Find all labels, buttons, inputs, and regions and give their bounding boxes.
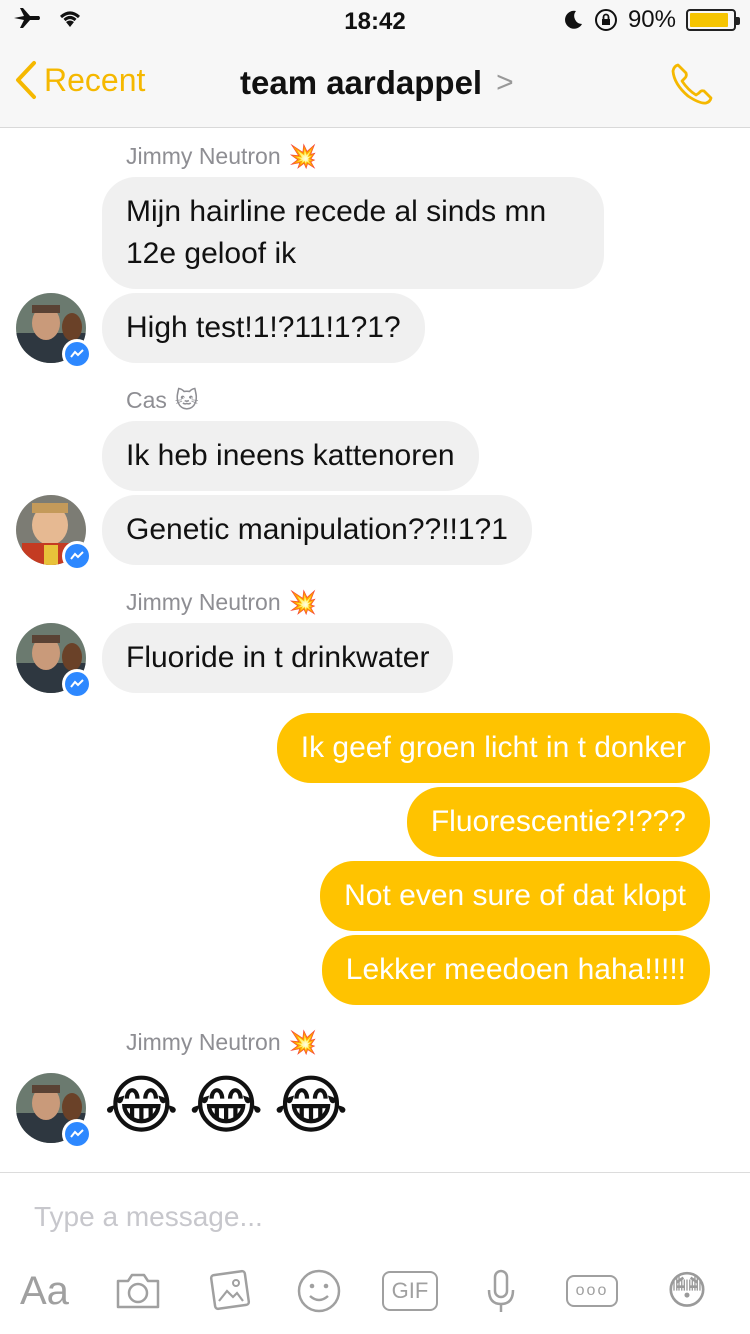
outgoing-message-bubble[interactable]: Lekker meedoen haha!!!!! [321, 935, 710, 1005]
sender-emoji: 💥 [288, 589, 318, 615]
sender-name: Jimmy Neutron 💥 [126, 143, 317, 170]
status-bar: 18:42 90% [0, 0, 750, 40]
back-label: Recent [44, 61, 146, 98]
moon-icon [565, 10, 582, 29]
sender-label: Jimmy Neutron [126, 589, 281, 615]
avatar[interactable] [16, 1073, 92, 1149]
tears-of-joy-emoji: 😂 [188, 1069, 264, 1141]
status-right: 90% [562, 6, 740, 34]
more-options-button[interactable]: ooo [566, 1275, 618, 1307]
title-text: team aardappel [240, 64, 483, 101]
message-bubble[interactable]: Genetic manipulation??!!1?1 [102, 495, 532, 565]
chevron-left-icon [16, 61, 36, 99]
sender-emoji: 🐱 [174, 387, 199, 413]
emoji-button[interactable]: 😳 [664, 1263, 710, 1319]
outgoing-message-bubble[interactable]: Not even sure of dat klopt [320, 861, 710, 931]
sender-emoji: 💥 [288, 143, 318, 169]
avatar[interactable] [16, 293, 92, 369]
sender-label: Jimmy Neutron [126, 143, 281, 169]
composer: Aa GIF [0, 1172, 750, 1334]
sender-name: Cas 🐱 [126, 387, 199, 414]
sender-label: Jimmy Neutron [126, 1029, 281, 1055]
gallery-icon [209, 1269, 251, 1311]
call-button[interactable] [668, 60, 716, 113]
phone-icon [671, 63, 713, 105]
sender-emoji: 💥 [288, 1029, 318, 1055]
message-bubble[interactable]: High test!1!?11!1?1? [102, 293, 425, 363]
tears-of-joy-emoji: 😂 [104, 1069, 179, 1141]
message-bubble[interactable]: Ik heb ineens kattenoren [102, 421, 479, 491]
chevron-right-icon: > [496, 66, 514, 99]
nav-bar: Recent team aardappel > [0, 40, 750, 128]
voice-button[interactable] [484, 1263, 518, 1319]
text-format-button[interactable]: Aa [20, 1263, 69, 1319]
message-bubble[interactable]: Fluoride in t drinkwater [102, 623, 454, 693]
emoji-message[interactable]: 😂 😂 😂 [104, 1067, 348, 1143]
outgoing-message-bubble[interactable]: Fluorescentie?!??? [406, 787, 710, 857]
sticker-icon [297, 1269, 341, 1313]
message-bubble[interactable]: Mijn hairline recede al sinds mn 12e gel… [102, 177, 604, 289]
sticker-button[interactable] [296, 1263, 342, 1319]
messenger-badge-icon [62, 669, 92, 699]
avatar[interactable] [16, 495, 92, 571]
camera-button[interactable] [112, 1263, 164, 1319]
tears-of-joy-emoji: 😂 [273, 1069, 349, 1141]
conversation-title[interactable]: team aardappel > [240, 64, 514, 102]
message-line: Mijn hairline recede al sinds mn [126, 195, 547, 228]
battery-fill [690, 13, 728, 27]
microphone-icon [487, 1269, 515, 1312]
messenger-badge-icon [62, 339, 92, 369]
battery-percent: 90% [627, 6, 676, 33]
composer-toolbar: Aa GIF ooo 😳 [0, 1263, 750, 1323]
outgoing-message-bubble[interactable]: Ik geef groen licht in t donker [276, 713, 710, 783]
sender-name: Jimmy Neutron 💥 [126, 1029, 317, 1056]
messenger-badge-icon [62, 1119, 92, 1149]
sender-name: Jimmy Neutron 💥 [126, 589, 317, 616]
messenger-badge-icon [62, 541, 92, 571]
avatar[interactable] [16, 623, 92, 699]
gif-button[interactable]: GIF [382, 1271, 438, 1311]
camera-icon [116, 1273, 160, 1309]
gallery-button[interactable] [204, 1263, 254, 1319]
message-input[interactable] [34, 1201, 714, 1233]
orientation-lock-icon [594, 9, 617, 31]
message-line: 12e geloof ik [126, 237, 297, 270]
battery-icon [686, 9, 740, 31]
sender-label: Cas [126, 387, 167, 413]
message-list[interactable]: Jimmy Neutron 💥 Mijn hairline recede al … [0, 129, 750, 1172]
back-button[interactable]: Recent [14, 60, 145, 100]
